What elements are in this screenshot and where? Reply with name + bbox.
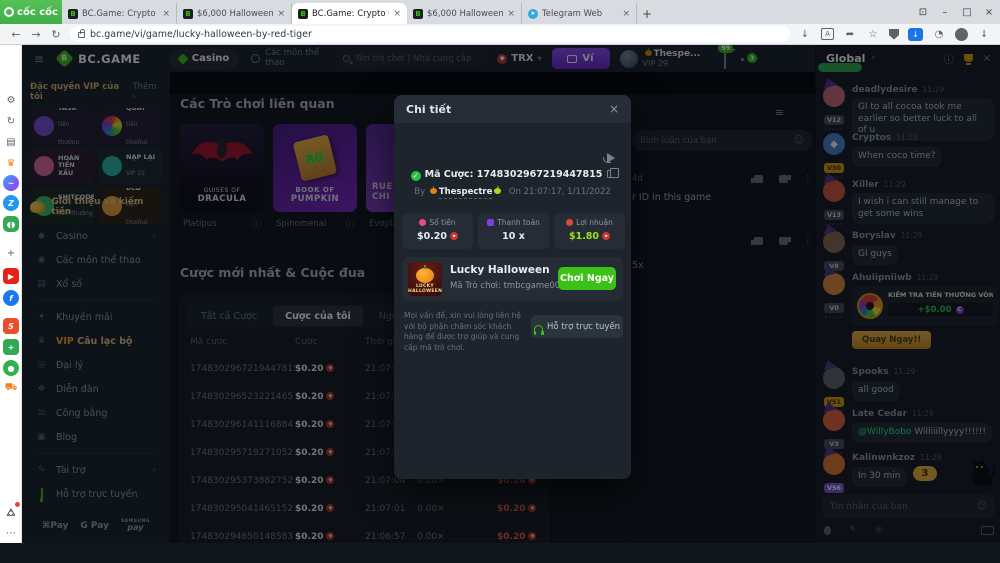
screen: cốc cốc BBC.Game: Crypto Casino Gan× B$6…	[0, 0, 1000, 563]
close-window-button[interactable]: ×	[978, 7, 1000, 18]
bookmark-star-icon[interactable]: ☆	[866, 28, 880, 41]
new-tab-button[interactable]: +	[637, 4, 657, 24]
support-button[interactable]: Hỗ trợ trực tuyến	[531, 315, 623, 338]
bcgame-favicon: B	[413, 9, 423, 19]
address-bar: ← → ↻ bc.game/vi/game/lucky-halloween-by…	[0, 24, 1000, 45]
tab-close-icon[interactable]: ×	[622, 9, 630, 19]
tab-close-icon[interactable]: ×	[393, 9, 401, 19]
chat-green-icon[interactable]: ●	[3, 360, 19, 376]
url-field[interactable]: bc.game/vi/game/lucky-halloween-by-red-t…	[70, 26, 790, 42]
trx-coin-icon	[602, 232, 610, 240]
telegram-favicon: ➤	[528, 9, 538, 19]
gift-icon[interactable]: +	[3, 339, 19, 355]
pumpkin-icon	[430, 188, 437, 194]
player-name[interactable]: Thespectre	[439, 187, 493, 199]
bet-id-line: ✓Mã Cược: 1748302967219447815	[394, 169, 631, 181]
tab-bcgame-active[interactable]: BBC.Game: Crypto Casino Gan×	[292, 3, 407, 24]
back-button[interactable]: ←	[6, 28, 26, 41]
bcgame-favicon: B	[68, 9, 78, 19]
downloads-tray-icon[interactable]: ⭣	[977, 28, 991, 41]
bet-stats-row: Số tiền $0.20 Thanh toán 10 x Lợi nhuận …	[402, 213, 625, 249]
url-text[interactable]: bc.game/vi/game/lucky-halloween-by-red-t…	[90, 29, 312, 40]
notification-bell-icon[interactable]: 🜛	[3, 503, 19, 519]
pumpkin-art	[416, 268, 434, 283]
tab-close-icon[interactable]: ×	[162, 9, 170, 19]
trx-coin-icon	[450, 232, 458, 240]
window-controls: ⊡ – □ ×	[912, 0, 1000, 24]
forward-button[interactable]: →	[26, 28, 46, 41]
profile-avatar[interactable]	[955, 28, 968, 41]
pumpkin-icon	[494, 188, 501, 194]
modal-header: Chi tiết ×	[394, 95, 631, 123]
media-control-icon[interactable]: ⊡	[912, 7, 934, 18]
gamepad-icon[interactable]: ◖◗	[3, 216, 19, 232]
browser-sidebar: ⚙ ↻ ▤ ♛ ~ Z ◖◗ + ▶ f S + ● ⛟ 🜛 ⋯	[0, 45, 22, 543]
modal-close-icon[interactable]: ×	[609, 102, 619, 116]
bcgame-favicon: B	[298, 9, 308, 19]
modal-note: Mọi vấn đề, xin vui lòng liên hệ với bộ …	[404, 311, 528, 353]
download-button[interactable]: ↓	[908, 28, 923, 41]
crown-icon[interactable]: ♛	[3, 155, 19, 171]
reload-button[interactable]: ↻	[46, 28, 66, 41]
headset-icon	[534, 325, 543, 332]
browser-tab-strip: cốc cốc BBC.Game: Crypto Casino Gan× B$6…	[0, 0, 1000, 24]
coccoc-logo-icon	[4, 7, 14, 17]
lock-icon	[78, 32, 85, 38]
modal-game-row: LUCKY HALLOWEEN Lucky Halloween Mã Trò c…	[402, 257, 623, 301]
bcgame-favicon: B	[183, 9, 193, 19]
feed-icon[interactable]: ▤	[3, 134, 19, 150]
verified-check-icon: ✓	[411, 171, 421, 181]
incognito-icon[interactable]: ◔	[932, 28, 946, 41]
copy-icon[interactable]	[607, 170, 614, 178]
tab-close-icon[interactable]: ×	[277, 9, 285, 19]
shopee-icon[interactable]: S	[3, 318, 19, 334]
bet-detail-modal: Chi tiết× ✓Mã Cược: 1748302967219447815 …	[394, 95, 631, 479]
coccoc-brand[interactable]: cốc cốc	[0, 0, 62, 24]
zalo-icon[interactable]: Z	[3, 195, 19, 211]
tab-halloween-1[interactable]: B$6,000 Halloween Slot Battle×	[177, 3, 292, 24]
amount-icon	[419, 219, 426, 226]
share-arrow-icon[interactable]	[603, 153, 615, 163]
messenger-icon[interactable]: ~	[3, 175, 19, 191]
save-page-icon[interactable]: ↓	[798, 28, 812, 41]
add-sidebar-icon[interactable]: +	[3, 245, 19, 261]
tab-close-icon[interactable]: ×	[507, 9, 515, 19]
facebook-icon[interactable]: f	[3, 290, 19, 306]
modal-title: Chi tiết	[406, 103, 451, 116]
minimize-button[interactable]: –	[934, 7, 956, 18]
stat-profit: Lợi nhuận $1.80	[554, 213, 625, 249]
lucky-halloween-thumbnail[interactable]: LUCKY HALLOWEEN	[408, 262, 442, 296]
modal-game-title: Lucky Halloween	[450, 264, 550, 276]
share-icon[interactable]: ➦	[843, 28, 857, 41]
maximize-button[interactable]: □	[956, 7, 978, 18]
youtube-icon[interactable]: ▶	[3, 268, 19, 284]
tab-telegram[interactable]: ➤Telegram Web×	[522, 3, 637, 24]
history-icon[interactable]: ↻	[3, 113, 19, 129]
sidebar-more-icon[interactable]: ⋯	[3, 525, 19, 541]
toolbar-icons: ↓ A ➦ ☆ ↓ ◔ ⭣	[798, 28, 991, 41]
profit-icon	[566, 219, 573, 226]
adblock-shield-icon[interactable]	[889, 29, 899, 40]
tab-halloween-2[interactable]: B$6,000 Halloween Slot Battle×	[407, 3, 522, 24]
translate-icon[interactable]: A	[821, 28, 834, 40]
bet-byline: By Thespectre On 21:07:17, 1/11/2022	[394, 187, 631, 197]
stat-amount: Số tiền $0.20	[402, 213, 473, 249]
play-now-button[interactable]: Chơi Ngay	[558, 267, 616, 290]
cart-icon[interactable]: ⛟	[3, 380, 19, 396]
payout-icon	[487, 219, 494, 226]
stat-payout: Thanh toán 10 x	[478, 213, 549, 249]
settings-gear-icon[interactable]: ⚙	[3, 92, 19, 108]
tab-bcgame-1[interactable]: BBC.Game: Crypto Casino Gan×	[62, 3, 177, 24]
